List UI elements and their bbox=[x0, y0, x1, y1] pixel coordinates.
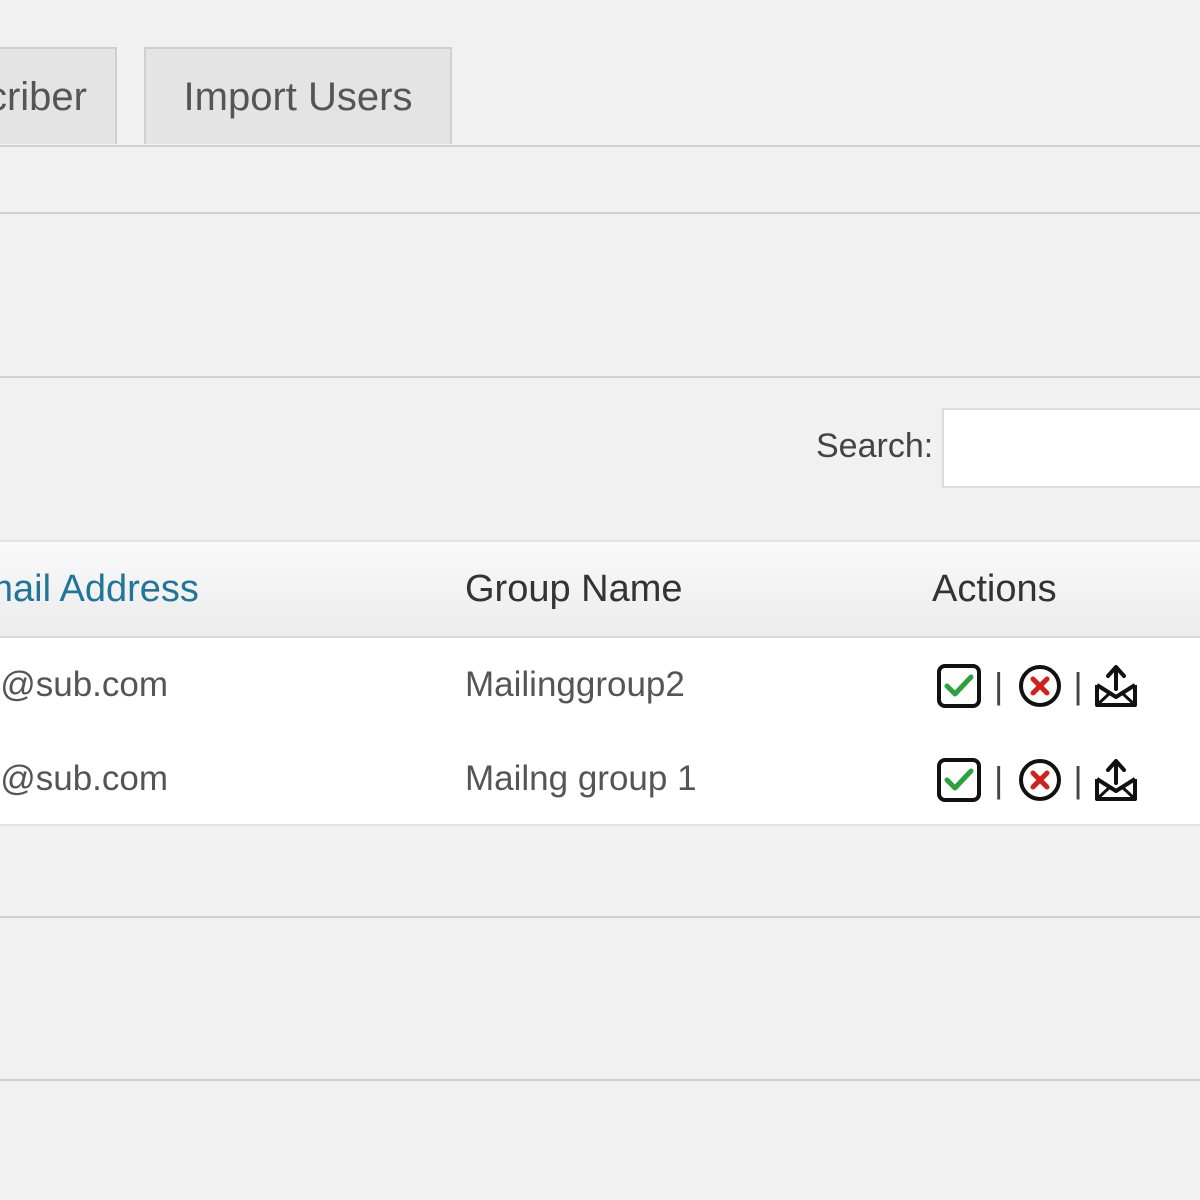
section-divider bbox=[0, 1079, 1200, 1081]
subscribers-page: Add Subscriber Import Users Search: Emai… bbox=[0, 0, 1200, 1200]
column-header-email[interactable]: Email Address bbox=[0, 568, 199, 611]
search-input[interactable] bbox=[942, 408, 1200, 488]
row-email: sub2@sub.com bbox=[0, 665, 168, 704]
action-separator: | bbox=[1073, 665, 1083, 706]
row-group-name: Mailng group 1 bbox=[465, 759, 697, 798]
row-actions: | | bbox=[936, 757, 1139, 803]
circle-x-icon[interactable] bbox=[1017, 663, 1063, 709]
circle-x-icon[interactable] bbox=[1017, 757, 1063, 803]
tab-import-users[interactable]: Import Users bbox=[144, 47, 452, 144]
search-label: Search: bbox=[816, 427, 934, 465]
tabs-divider bbox=[0, 145, 1200, 147]
row-email: sub1@sub.com bbox=[0, 759, 168, 798]
tab-add-subscriber[interactable]: Add Subscriber bbox=[0, 47, 117, 144]
table-header: Email Address Group Name Actions bbox=[0, 540, 1200, 638]
action-separator: | bbox=[1073, 759, 1083, 800]
column-header-group: Group Name bbox=[465, 568, 683, 610]
row-actions: | | bbox=[936, 663, 1139, 709]
row-group-name: Mailinggroup2 bbox=[465, 665, 685, 704]
section-divider bbox=[0, 916, 1200, 918]
table-row: sub2@sub.com Mailinggroup2 | | bbox=[0, 638, 1200, 732]
envelope-upload-icon[interactable] bbox=[1093, 757, 1139, 803]
envelope-upload-icon[interactable] bbox=[1093, 663, 1139, 709]
action-separator: | bbox=[994, 665, 1004, 706]
section-divider bbox=[0, 212, 1200, 214]
action-separator: | bbox=[994, 759, 1004, 800]
section-divider bbox=[0, 376, 1200, 378]
table-row: sub1@sub.com Mailng group 1 | | bbox=[0, 732, 1200, 826]
check-square-icon[interactable] bbox=[936, 757, 982, 803]
check-square-icon[interactable] bbox=[936, 663, 982, 709]
table-body: sub2@sub.com Mailinggroup2 | | bbox=[0, 638, 1200, 826]
column-header-actions: Actions bbox=[932, 568, 1057, 610]
